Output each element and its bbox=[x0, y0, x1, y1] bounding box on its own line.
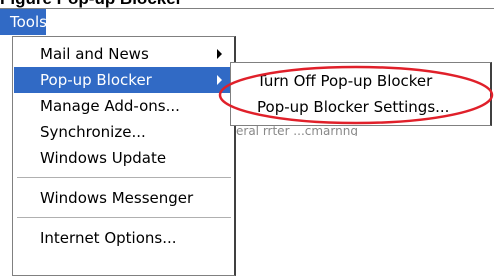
submenu-arrow-icon bbox=[217, 49, 222, 59]
menu-item-mail-and-news[interactable]: Mail and News bbox=[14, 41, 234, 67]
menu-item-internet-options[interactable]: Internet Options... bbox=[14, 225, 234, 251]
tools-menu: Mail and News Pop-up Blocker Manage Add-… bbox=[12, 36, 236, 276]
menu-separator bbox=[17, 177, 231, 178]
menu-item-label: Windows Update bbox=[40, 149, 167, 167]
menu-separator bbox=[17, 217, 231, 218]
menu-item-windows-messenger[interactable]: Windows Messenger bbox=[14, 185, 234, 211]
popup-blocker-submenu: Turn Off Pop-up Blocker Pop-up Blocker S… bbox=[230, 62, 492, 126]
submenu-item-popup-blocker-settings[interactable]: Pop-up Blocker Settings... bbox=[231, 94, 489, 120]
menu-item-windows-update[interactable]: Windows Update bbox=[14, 145, 234, 171]
menu-item-label: Pop-up Blocker bbox=[40, 71, 152, 89]
menu-item-synchronize[interactable]: Synchronize... bbox=[14, 119, 234, 145]
background-window-text: eral rrter ...cmarnng bbox=[236, 126, 358, 136]
menu-item-label: Windows Messenger bbox=[40, 189, 194, 207]
menu-item-label: Internet Options... bbox=[40, 229, 177, 247]
menu-tools[interactable]: Tools bbox=[0, 9, 47, 35]
submenu-arrow-icon bbox=[217, 75, 222, 85]
submenu-item-turn-off-popup-blocker[interactable]: Turn Off Pop-up Blocker bbox=[231, 68, 489, 94]
menu-item-popup-blocker[interactable]: Pop-up Blocker bbox=[14, 67, 234, 93]
menu-item-label: Synchronize... bbox=[40, 123, 146, 141]
menu-item-label: Manage Add-ons... bbox=[40, 97, 180, 115]
menu-item-manage-addons[interactable]: Manage Add-ons... bbox=[14, 93, 234, 119]
menu-bar: Tools bbox=[0, 8, 494, 36]
menu-item-label: Mail and News bbox=[40, 45, 149, 63]
